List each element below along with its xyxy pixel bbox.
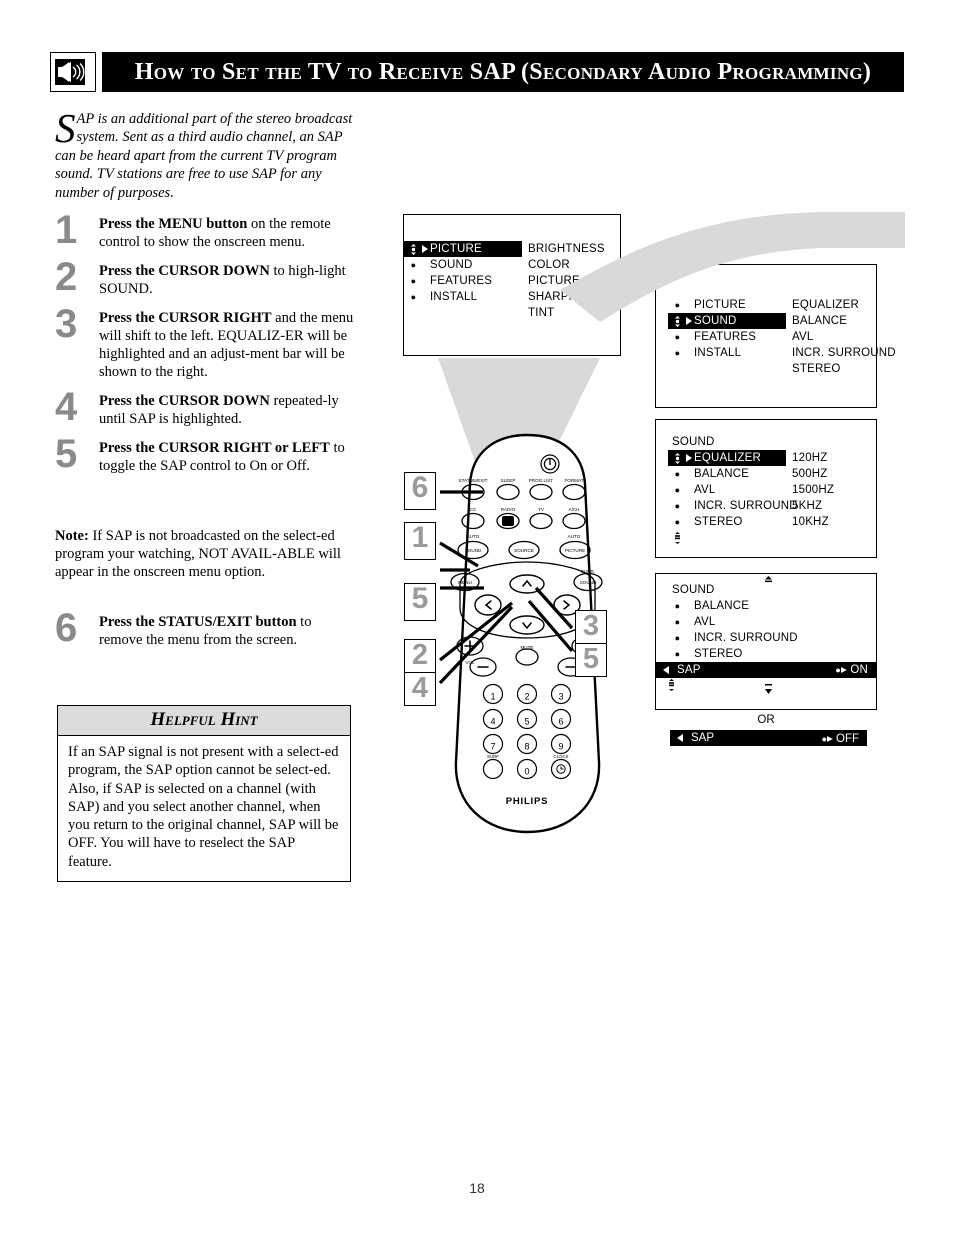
callout-5-right: 5 [575, 643, 607, 677]
callout-6: 6 [404, 472, 436, 510]
callout-5: 5 [404, 583, 436, 621]
callout-3-right: 3 [575, 610, 607, 644]
callout-1: 1 [404, 522, 436, 560]
callout-leader-lines [438, 490, 574, 685]
callout-4: 4 [404, 672, 436, 706]
callout-2: 2 [404, 639, 436, 673]
